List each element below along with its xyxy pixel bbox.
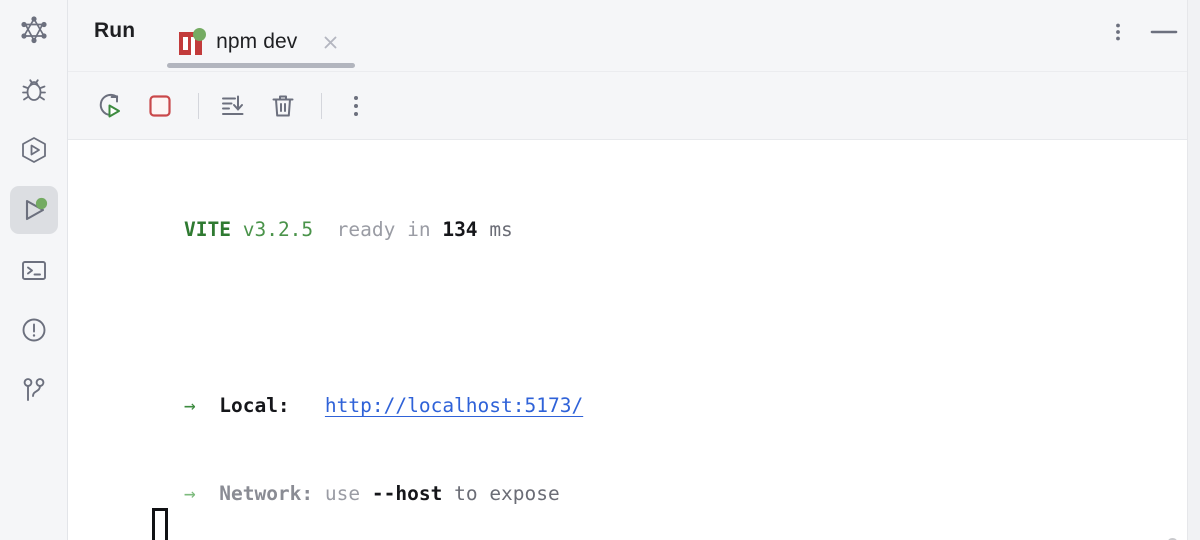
panel-header: Run npm dev: [68, 0, 1200, 72]
right-edge-strip: [1187, 0, 1200, 540]
console-line-network: → Network: use --host to expose: [68, 472, 1200, 516]
vite-duration-unit: ms: [489, 218, 513, 241]
toolbar-separator: [198, 92, 199, 119]
network-label: Network:: [219, 482, 314, 505]
network-use-text: use: [324, 482, 361, 505]
sidebar-item-run[interactable]: [9, 186, 58, 234]
run-toolbar: [68, 72, 1200, 140]
vite-name: VITE: [184, 218, 231, 241]
console-output[interactable]: VITE v3.2.5 ready in 134 ms → Local: htt…: [68, 140, 1200, 540]
running-status-dot: [193, 28, 207, 41]
more-options-icon[interactable]: [1104, 18, 1132, 46]
sidebar-item-terminal[interactable]: [10, 246, 58, 294]
sidebar-item-problems[interactable]: [10, 306, 58, 354]
minimize-icon[interactable]: [1150, 18, 1178, 46]
terminal-icon: [18, 254, 50, 286]
vite-version: v3.2.5: [242, 218, 314, 241]
console-line-local: → Local: http://localhost:5173/: [68, 384, 1200, 428]
console-caret: [152, 508, 168, 540]
page-title: Run: [94, 19, 136, 42]
run-tool-window: Run npm dev VITE v3.2.5 ready in 134 ms …: [0, 0, 1200, 540]
run-play-icon: [17, 193, 51, 227]
more-options-button[interactable]: [336, 86, 376, 126]
tab-label: npm dev: [216, 30, 298, 53]
graphql-icon: [18, 14, 50, 46]
active-tab-indicator: [167, 63, 356, 68]
toolbar-separator-2: [321, 92, 322, 119]
sidebar-item-services[interactable]: [10, 126, 58, 174]
tool-window-rail: [0, 0, 68, 540]
sidebar-item-debug[interactable]: [10, 66, 58, 114]
vite-duration: 134: [442, 218, 478, 241]
clear-all-button[interactable]: [263, 86, 303, 126]
header-actions: [1104, 0, 1200, 46]
sidebar-item-version-control[interactable]: [10, 366, 58, 414]
scroll-to-end-button[interactable]: [213, 86, 253, 126]
console-line-vite: VITE v3.2.5 ready in 134 ms: [68, 208, 1200, 252]
rerun-button[interactable]: [90, 86, 130, 126]
local-url-link[interactable]: http://localhost:5173/: [325, 394, 583, 417]
npm-icon: [179, 28, 207, 55]
run-panel: Run npm dev VITE v3.2.5 ready in 134 ms …: [68, 0, 1200, 540]
console-text: VITE v3.2.5 ready in 134 ms → Local: htt…: [68, 140, 1200, 540]
services-play-hexagon-icon: [18, 134, 50, 166]
stop-button[interactable]: [140, 86, 180, 126]
local-label: Local:: [219, 394, 290, 417]
vite-ready-text: ready in: [336, 218, 431, 241]
bug-icon: [18, 74, 50, 106]
tab-bar: npm dev: [167, 0, 356, 72]
arrow-icon: →: [184, 394, 196, 417]
problems-warning-icon: [18, 314, 50, 346]
network-host-flag: --host: [371, 482, 443, 505]
sidebar-item-graphql[interactable]: [10, 6, 58, 54]
tab-npm-dev[interactable]: npm dev: [167, 0, 356, 68]
arrow-icon-network: →: [184, 482, 196, 505]
git-branch-icon: [18, 374, 50, 406]
network-suffix: to expose: [454, 482, 560, 505]
close-icon[interactable]: [319, 31, 341, 53]
